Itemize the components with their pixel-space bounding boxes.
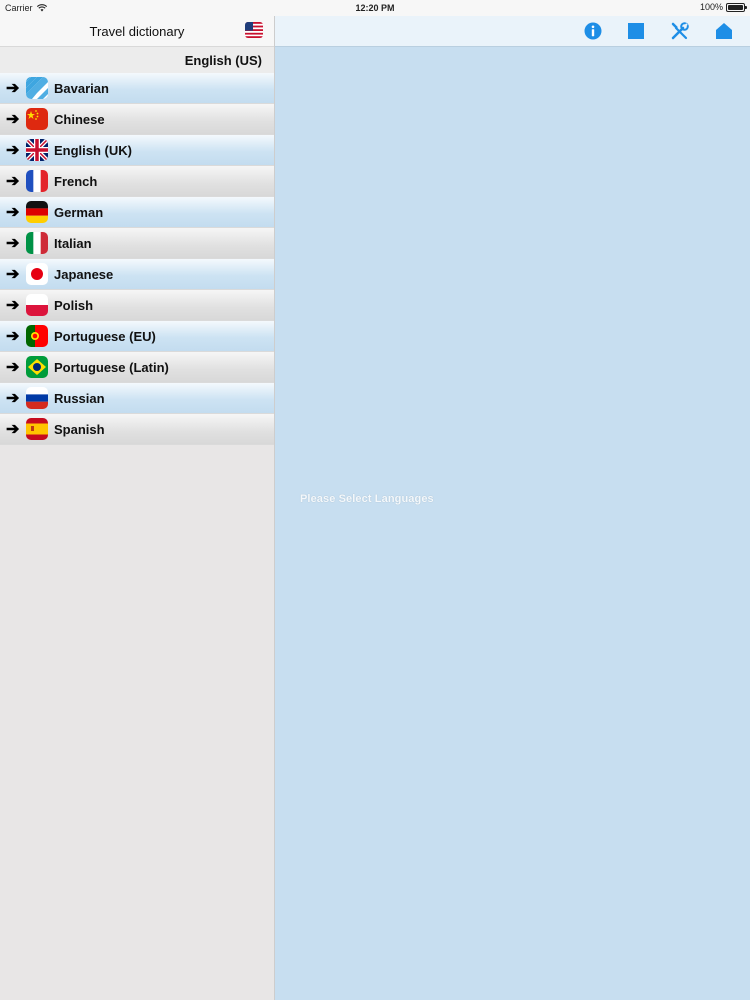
arrow-right-icon: ➔	[6, 359, 20, 376]
arrow-right-icon: ➔	[6, 297, 20, 314]
arrow-right-icon: ➔	[6, 204, 20, 221]
list-item-french[interactable]: ➔ French	[0, 166, 274, 197]
list-item-label: Portuguese (Latin)	[54, 359, 169, 375]
arrow-right-icon: ➔	[6, 173, 20, 190]
home-icon[interactable]	[714, 21, 734, 41]
battery-indicator: 100%	[699, 2, 747, 12]
list-item-label: German	[54, 204, 104, 220]
poland-flag-icon	[26, 294, 48, 316]
list-item-english-uk[interactable]: ➔ English (UK)	[0, 135, 274, 166]
list-item-spanish[interactable]: ➔ Spanish	[0, 414, 274, 445]
list-item-label: Portuguese (EU)	[54, 328, 156, 344]
arrow-right-icon: ➔	[6, 390, 20, 407]
list-item-label: Japanese	[54, 266, 114, 282]
list-item-label: Spanish	[54, 421, 105, 437]
battery-percent: 100%	[699, 2, 723, 12]
portugal-flag-icon	[26, 325, 48, 347]
list-item-label: Polish	[54, 297, 94, 313]
arrow-right-icon: ➔	[6, 111, 20, 128]
list-item-label: Russian	[54, 390, 105, 406]
arrow-right-icon: ➔	[6, 142, 20, 159]
bavaria-flag-icon	[26, 77, 48, 99]
china-flag-icon	[26, 108, 48, 130]
list-item-label: English (UK)	[54, 142, 132, 158]
germany-flag-icon	[26, 201, 48, 223]
list-item-label: Chinese	[54, 111, 105, 127]
list-item-polish[interactable]: ➔ Polish	[0, 290, 274, 321]
list-item-german[interactable]: ➔ German	[0, 197, 274, 228]
list-item-japanese[interactable]: ➔ Japanese	[0, 259, 274, 290]
tools-icon[interactable]	[670, 21, 690, 41]
list-item-portuguese-latin[interactable]: ➔ Portuguese (Latin)	[0, 352, 274, 383]
sidebar: Travel dictionary English (US) ➔ Bavaria…	[0, 16, 275, 1000]
arrow-right-icon: ➔	[6, 328, 20, 345]
arrow-right-icon: ➔	[6, 80, 20, 97]
uk-flag-icon	[26, 139, 48, 161]
language-list: ➔ Bavarian ➔ Chinese ➔ English (UK) ➔ Fr…	[0, 73, 274, 445]
italy-flag-icon	[26, 232, 48, 254]
info-icon[interactable]	[583, 21, 603, 41]
spain-flag-icon	[26, 418, 48, 440]
us-flag-icon[interactable]	[245, 22, 263, 38]
battery-icon	[726, 2, 747, 12]
source-language-label[interactable]: English (US)	[0, 47, 274, 73]
square-icon[interactable]	[626, 21, 646, 41]
list-item-bavarian[interactable]: ➔ Bavarian	[0, 73, 274, 104]
list-item-label: Bavarian	[54, 80, 109, 96]
france-flag-icon	[26, 170, 48, 192]
clock: 12:20 PM	[355, 3, 395, 13]
brazil-flag-icon	[26, 356, 48, 378]
list-item-label: Italian	[54, 235, 92, 251]
status-bar: Carrier 12:20 PM 100%	[0, 0, 750, 16]
sidebar-header: Travel dictionary	[0, 16, 274, 47]
arrow-right-icon: ➔	[6, 421, 20, 438]
russia-flag-icon	[26, 387, 48, 409]
list-item-russian[interactable]: ➔ Russian	[0, 383, 274, 414]
japan-flag-icon	[26, 263, 48, 285]
arrow-right-icon: ➔	[6, 266, 20, 283]
page-title: Travel dictionary	[89, 24, 185, 39]
list-item-chinese[interactable]: ➔ Chinese	[0, 104, 274, 135]
empty-state-message: Please Select Languages	[300, 493, 434, 505]
arrow-right-icon: ➔	[6, 235, 20, 252]
list-item-italian[interactable]: ➔ Italian	[0, 228, 274, 259]
list-item-portuguese-eu[interactable]: ➔ Portuguese (EU)	[0, 321, 274, 352]
toolbar	[275, 16, 750, 47]
list-item-label: French	[54, 173, 98, 189]
